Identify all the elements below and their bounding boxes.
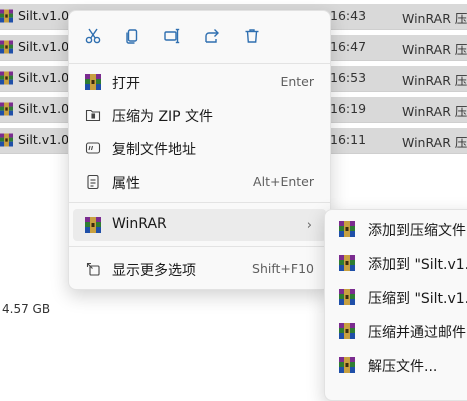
winrar-file-icon: [0, 9, 13, 23]
winrar-icon: [85, 217, 101, 233]
file-type: WinRAR 压缩: [402, 11, 467, 26]
file-type: WinRAR 压缩: [402, 104, 467, 119]
chevron-right-icon: ›: [306, 218, 312, 233]
file-time: 16:19: [330, 101, 367, 116]
more-options-icon: [85, 261, 101, 277]
winrar-submenu: 添加到压缩文件 添加到 "Silt.v1.0 压缩到 "Silt.v1.0 压缩…: [324, 209, 467, 401]
delete-icon: [245, 29, 259, 43]
winrar-icon: [339, 255, 355, 271]
menu-separator: [69, 63, 330, 64]
menu-item-shortcut: Enter: [280, 74, 314, 89]
file-time: 16:53: [330, 70, 367, 85]
submenu-item-label: 压缩并通过邮件: [368, 325, 466, 341]
delete-button[interactable]: [239, 23, 265, 49]
file-name: Silt.v1.0.: [18, 132, 74, 147]
menu-item-properties[interactable]: 属性 Alt+Enter: [73, 166, 326, 198]
submenu-item-extract[interactable]: 解压文件...: [329, 350, 467, 380]
cut-icon: [85, 28, 101, 44]
cut-button[interactable]: [80, 23, 106, 49]
menu-item-label: 压缩为 ZIP 文件: [112, 109, 214, 125]
submenu-item-compress-to-named[interactable]: 压缩到 "Silt.v1.0: [329, 282, 467, 312]
context-menu: 打开 Enter 压缩为 ZIP 文件 复制文件地址 属性 Alt+Enter …: [68, 10, 331, 290]
submenu-item-add-to-named[interactable]: 添加到 "Silt.v1.0: [329, 248, 467, 278]
winrar-file-icon: [0, 71, 13, 85]
rename-button[interactable]: [159, 23, 185, 49]
winrar-file-icon: [0, 40, 13, 54]
submenu-item-label: 添加到 "Silt.v1.0: [368, 257, 467, 273]
submenu-item-add-to-archive[interactable]: 添加到压缩文件: [329, 214, 467, 244]
copy-path-icon: [85, 140, 101, 156]
copy-button[interactable]: [119, 23, 145, 49]
file-time: 16:47: [330, 39, 367, 54]
submenu-item-label: 压缩到 "Silt.v1.0: [368, 291, 467, 307]
file-name: Silt.v1.0.: [18, 39, 74, 54]
menu-item-label: 复制文件地址: [112, 142, 196, 158]
menu-item-shortcut: Shift+F10: [252, 261, 314, 276]
menu-item-winrar[interactable]: WinRAR ›: [73, 209, 326, 241]
menu-item-copy-path[interactable]: 复制文件地址: [73, 132, 326, 164]
winrar-icon: [339, 221, 355, 237]
rename-icon: [164, 28, 180, 44]
submenu-item-compress-email[interactable]: 压缩并通过邮件: [329, 316, 467, 346]
file-name: Silt.v1.0.: [18, 101, 74, 116]
file-type: WinRAR 压缩: [402, 73, 467, 88]
menu-item-label: WinRAR: [112, 216, 167, 232]
copy-icon: [126, 29, 138, 44]
menu-separator: [69, 246, 330, 247]
file-time: 16:43: [330, 8, 367, 23]
menu-item-more-options[interactable]: 显示更多选项 Shift+F10: [73, 253, 326, 285]
file-name: Silt.v1.0.: [18, 70, 74, 85]
menu-item-label: 显示更多选项: [112, 263, 196, 279]
submenu-item-label: 解压文件...: [368, 359, 438, 375]
submenu-item-label: 添加到压缩文件: [368, 223, 466, 239]
winrar-file-icon: [0, 102, 13, 116]
menu-item-label: 打开: [112, 76, 140, 92]
file-name: Silt.v1.0.: [18, 8, 74, 23]
menu-item-shortcut: Alt+Enter: [253, 174, 314, 189]
file-type: WinRAR 压缩: [402, 135, 467, 150]
menu-item-compress-zip[interactable]: 压缩为 ZIP 文件: [73, 99, 326, 131]
properties-icon: [85, 174, 101, 190]
winrar-file-icon: [0, 133, 13, 147]
winrar-icon: [339, 357, 355, 373]
zip-folder-icon: [85, 107, 101, 123]
menu-separator: [69, 202, 330, 203]
share-button[interactable]: [199, 23, 225, 49]
share-icon: [205, 29, 219, 43]
winrar-icon: [85, 74, 101, 90]
winrar-icon: [339, 323, 355, 339]
menu-item-label: 属性: [112, 176, 140, 192]
status-size: 4.57 GB: [2, 302, 51, 316]
menu-item-open[interactable]: 打开 Enter: [73, 66, 326, 98]
file-type: WinRAR 压缩: [402, 42, 467, 57]
file-time: 16:11: [330, 132, 367, 147]
winrar-icon: [339, 289, 355, 305]
context-toolbar: [69, 11, 330, 63]
